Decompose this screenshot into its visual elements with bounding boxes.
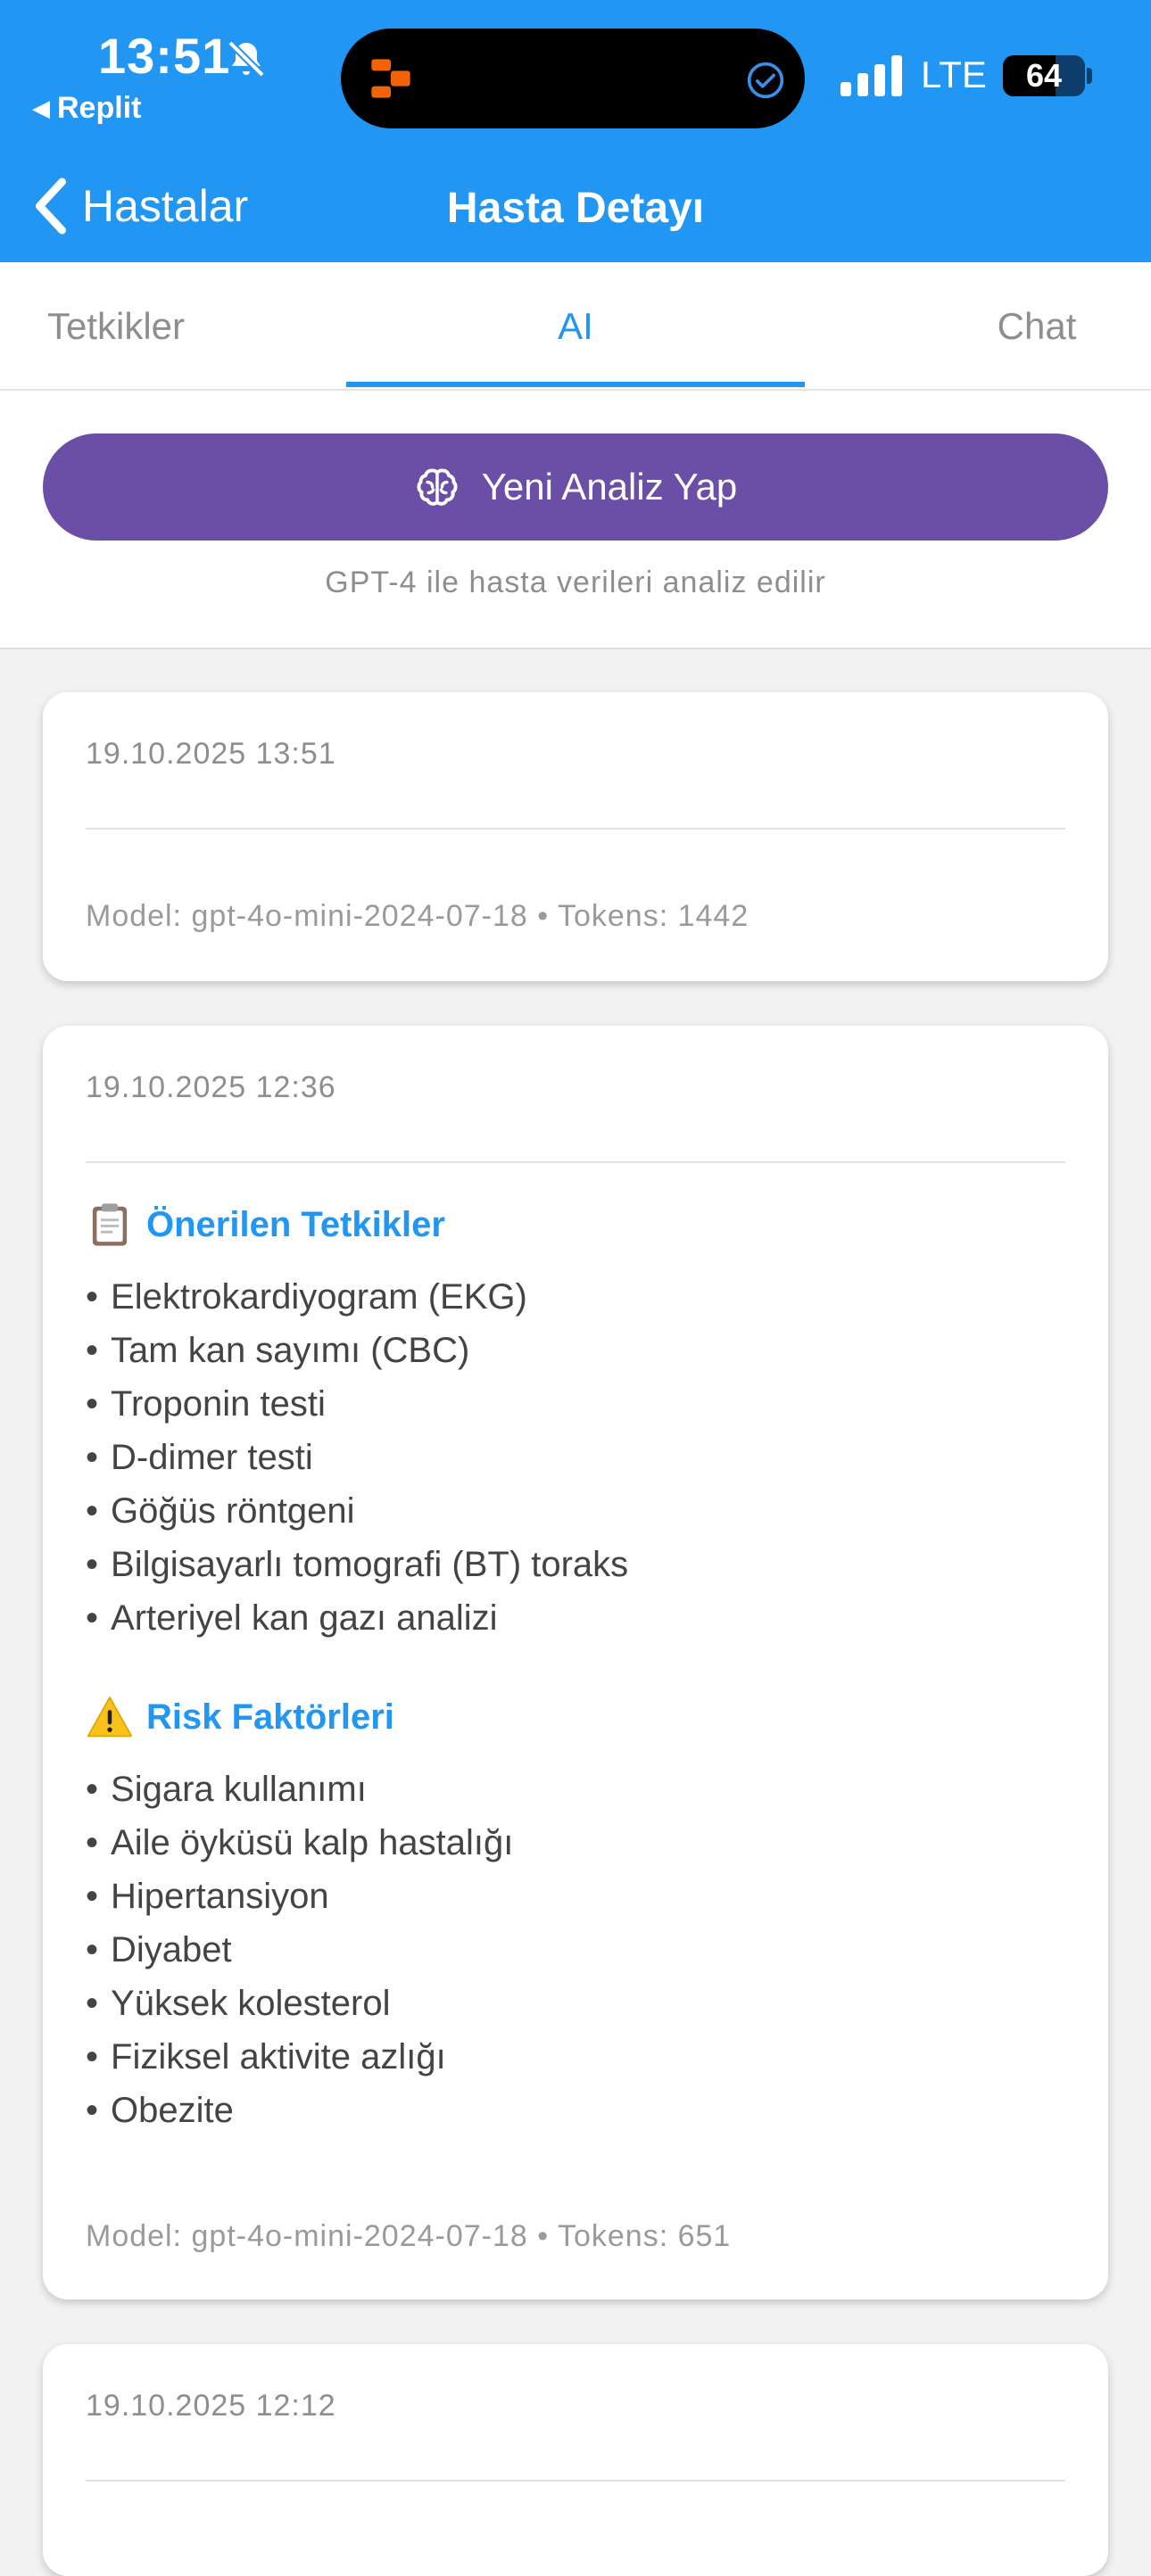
section-title-text: Önerilen Tetkikler	[146, 1204, 445, 1244]
back-app-label: Replit	[57, 91, 142, 125]
analysis-card: 19.10.2025 12:12	[43, 2344, 1108, 2576]
battery-level: 64	[1025, 57, 1063, 94]
replit-logo-icon	[371, 59, 410, 98]
list-item: D-dimer testi	[86, 1431, 628, 1484]
analyze-note: GPT-4 ile hasta verileri analiz edilir	[325, 566, 826, 599]
bell-slash-icon	[228, 40, 265, 78]
section-title-risk-factors: Risk Faktörleri	[86, 1693, 394, 1741]
back-triangle-icon: ◀	[32, 95, 50, 121]
analysis-date: 19.10.2025 13:51	[86, 737, 336, 771]
network-type: LTE	[921, 54, 987, 95]
tab-chat[interactable]: Chat	[964, 262, 1110, 391]
list-item: Bilgisayarlı tomografi (BT) toraks	[86, 1538, 628, 1591]
list-item: Aile öyküsü kalp hastalığı	[86, 1816, 513, 1870]
warning-icon	[87, 1697, 133, 1738]
analysis-meta: Model: gpt-4o-mini-2024-07-18 • Tokens: …	[86, 899, 749, 933]
back-to-app[interactable]: ◀ Replit	[32, 91, 141, 126]
list-item: Elektrokardiyogram (EKG)	[86, 1270, 628, 1324]
dynamic-island	[341, 29, 805, 128]
list-item: Sigara kullanımı	[86, 1763, 513, 1816]
analyze-section: Yeni Analiz Yap GPT-4 ile hasta verileri…	[0, 391, 1151, 649]
recommended-tests-list: Elektrokardiyogram (EKG) Tam kan sayımı …	[86, 1270, 628, 1645]
list-item: Fiziksel aktivite azlığı	[86, 2030, 513, 2084]
active-tab-indicator	[346, 382, 805, 387]
app-header: 13:51 ◀ Replit LTE 64 Hastalar Hasta Det…	[0, 0, 1151, 262]
battery-cap	[1087, 68, 1092, 84]
tab-bar: Tetkikler AI Chat	[0, 262, 1151, 391]
analysis-meta: Model: gpt-4o-mini-2024-07-18 • Tokens: …	[86, 2219, 732, 2253]
card-divider	[86, 1161, 1065, 1163]
status-time: 13:51	[98, 28, 231, 84]
card-divider	[86, 828, 1065, 830]
card-divider	[86, 2480, 1065, 2481]
analysis-card: 19.10.2025 13:51 Model: gpt-4o-mini-2024…	[43, 692, 1108, 981]
list-item: Troponin testi	[86, 1377, 628, 1431]
brain-icon	[417, 468, 458, 506]
tab-ai[interactable]: AI	[346, 262, 805, 391]
list-item: Obezite	[86, 2084, 513, 2137]
list-item: Tam kan sayımı (CBC)	[86, 1324, 628, 1377]
section-title-text: Risk Faktörleri	[146, 1697, 394, 1737]
analysis-card: 19.10.2025 12:36 Önerilen Tetkikler Elek…	[43, 1026, 1108, 2299]
clipboard-icon	[92, 1203, 128, 1246]
page-title: Hasta Detayı	[446, 185, 705, 232]
tab-tetkikler[interactable]: Tetkikler	[0, 262, 232, 391]
signal-icon	[840, 55, 902, 96]
new-analysis-label: Yeni Analiz Yap	[481, 466, 738, 508]
new-analysis-button[interactable]: Yeni Analiz Yap	[43, 433, 1108, 541]
battery-icon: 64	[1003, 55, 1085, 96]
analysis-date: 19.10.2025 12:12	[86, 2389, 336, 2423]
check-circle-icon	[747, 62, 784, 99]
section-title-recommended-tests: Önerilen Tetkikler	[86, 1201, 445, 1249]
risk-factors-list: Sigara kullanımı Aile öyküsü kalp hastal…	[86, 1763, 513, 2137]
analysis-date: 19.10.2025 12:36	[86, 1070, 336, 1104]
list-item: Arteriyel kan gazı analizi	[86, 1591, 628, 1645]
list-item: Yüksek kolesterol	[86, 1977, 513, 2030]
list-item: Göğüs röntgeni	[86, 1484, 628, 1538]
list-item: Diyabet	[86, 1923, 513, 1977]
list-item: Hipertansiyon	[86, 1870, 513, 1923]
